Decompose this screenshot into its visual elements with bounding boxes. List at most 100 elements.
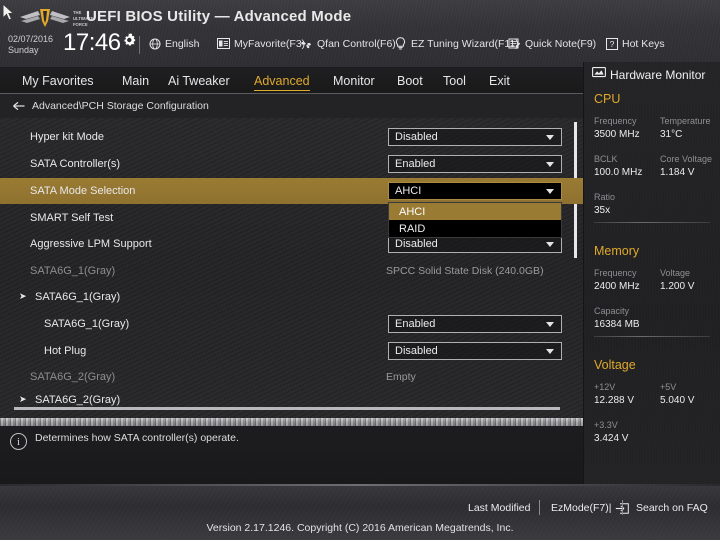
hw-field-label: +3.3V xyxy=(594,420,618,430)
sata-mode-dropdown-menu[interactable]: AHCI RAID xyxy=(388,202,562,238)
weekday-text: Sunday xyxy=(8,45,39,55)
hw-field-value: 16384 MB xyxy=(594,319,640,330)
hw-section-divider xyxy=(594,222,710,223)
hw-field-label: BCLK xyxy=(594,154,618,164)
svg-text:THE: THE xyxy=(73,10,82,15)
quick-note-label: Quick Note(F9) xyxy=(525,37,597,50)
hw-field-value: 35x xyxy=(594,205,611,216)
toolbar-separator xyxy=(139,36,140,54)
hw-field-label: Temperature xyxy=(660,116,711,126)
nav-tab-my-favorites[interactable]: My Favorites xyxy=(22,74,94,89)
hw-field-value: 2400 MHz xyxy=(594,281,640,292)
hw-field-value: 1.184 V xyxy=(660,167,695,178)
last-modified-label: Last Modified xyxy=(468,502,531,514)
dropdown-option[interactable]: RAID xyxy=(389,220,561,237)
hw-section-title: Memory xyxy=(594,244,640,258)
nav-tab-exit[interactable]: Exit xyxy=(489,74,510,89)
chevron-down-icon xyxy=(546,189,554,194)
settings-row[interactable]: SATA6G_1(Gray) SPCC Solid State Disk (240… xyxy=(0,258,583,284)
nav-tab-tool[interactable]: Tool xyxy=(443,74,466,89)
search-on-faq-button[interactable]: Search on FAQ xyxy=(636,502,708,514)
nav-tab-ai-tweaker[interactable]: Ai Tweaker xyxy=(168,74,230,89)
settings-dropdown-value: Enabled xyxy=(395,158,436,170)
settings-row[interactable]: SATA6G_1(Gray) xyxy=(0,284,583,310)
metal-divider xyxy=(0,418,583,426)
hot-keys-label: Hot Keys xyxy=(622,37,665,50)
nav-tab-advanced[interactable]: Advanced xyxy=(254,74,310,91)
settings-row[interactable]: Hot Plug Disabled xyxy=(0,338,583,364)
nav-tab-main[interactable]: Main xyxy=(122,74,149,89)
settings-row-label: SATA6G_2(Gray) xyxy=(19,394,120,406)
settings-dropdown[interactable]: Enabled xyxy=(388,155,562,173)
arrow-left-icon[interactable] xyxy=(12,99,26,113)
hw-field-label: Core Voltage xyxy=(660,154,713,164)
hw-field-value: 100.0 MHz xyxy=(594,167,643,178)
hw-section-title: Voltage xyxy=(594,358,636,372)
breadcrumb-path: Advanced\PCH Storage Configuration xyxy=(32,100,209,112)
nav-tab-boot[interactable]: Boot xyxy=(397,74,423,89)
header-bar: THE ULTIMATE FORCE UEFI BIOS Utility — A… xyxy=(0,0,720,68)
nav-tab-monitor[interactable]: Monitor xyxy=(333,74,375,89)
globe-icon xyxy=(148,37,161,50)
settings-dropdown-value: Disabled xyxy=(395,345,438,357)
dropdown-option[interactable]: AHCI xyxy=(389,203,561,220)
settings-dropdown-value: AHCI xyxy=(395,185,422,197)
hw-field-value: 1.200 V xyxy=(660,281,695,292)
last-modified-button[interactable]: Last Modified xyxy=(468,502,530,514)
settings-row-label: SATA Mode Selection xyxy=(30,185,136,197)
settings-row[interactable]: SATA6G_1(Gray) Enabled xyxy=(0,311,583,337)
settings-row[interactable]: Hyper kit Mode Disabled xyxy=(0,124,583,150)
bulb-icon xyxy=(394,37,407,50)
question-box-icon: ? xyxy=(605,37,618,50)
chevron-down-icon xyxy=(546,349,554,354)
settings-row[interactable]: SATA6G_2(Gray) xyxy=(0,387,583,413)
bios-window: THE ULTIMATE FORCE UEFI BIOS Utility — A… xyxy=(0,0,720,540)
hw-section-title: CPU xyxy=(594,92,621,106)
hw-field-value: 3.424 V xyxy=(594,433,629,444)
settings-list: Hyper kit Mode Disabled SATA Controller(s)… xyxy=(0,118,583,418)
settings-row-label: Hyper kit Mode xyxy=(30,131,104,143)
settings-row[interactable]: SATA Mode Selection AHCI xyxy=(0,178,583,204)
ezmode-label: EzMode(F7)| xyxy=(551,502,612,514)
hot-keys-button[interactable]: ? Hot Keys xyxy=(605,37,665,50)
fan-icon xyxy=(300,37,313,50)
clock-text: 17:46 xyxy=(63,29,121,56)
settings-row-value-text: Empty xyxy=(386,371,416,383)
monitor-icon xyxy=(592,67,606,82)
version-text: Version 2.17.1246. Copyright (C) 2016 Am… xyxy=(206,522,514,534)
note-icon xyxy=(508,37,521,50)
ez-tuning-label: EZ Tuning Wizard(F11) xyxy=(411,37,519,50)
settings-dropdown[interactable]: Enabled xyxy=(388,315,562,333)
footer-bar: Last Modified EzMode(F7)| Search on FAQ … xyxy=(0,484,720,540)
app-title: UEFI BIOS Utility — Advanced Mode xyxy=(86,8,352,25)
quick-note-button[interactable]: Quick Note(F9) xyxy=(508,37,596,50)
hw-field-label: Ratio xyxy=(594,192,616,202)
hw-field-value: 3500 MHz xyxy=(594,129,640,140)
settings-dropdown[interactable]: AHCI xyxy=(388,182,562,200)
hw-field-value: 31°C xyxy=(660,129,683,140)
settings-row-label: SATA6G_1(Gray) xyxy=(30,265,116,277)
settings-dropdown-value: Disabled xyxy=(395,238,438,250)
settings-row-label: SATA Controller(s) xyxy=(30,158,121,170)
gear-icon[interactable] xyxy=(122,33,136,47)
qfan-control-button[interactable]: Qfan Control(F6) xyxy=(300,37,396,50)
settings-dropdown[interactable]: Disabled xyxy=(388,342,562,360)
settings-dropdown[interactable]: Disabled xyxy=(388,128,562,146)
myfavorite-button[interactable]: MyFavorite(F3) xyxy=(217,37,305,50)
hw-field-label: Voltage xyxy=(660,268,691,278)
hw-field-label: Frequency xyxy=(594,268,637,278)
ezmode-button[interactable]: EzMode(F7)| xyxy=(551,502,629,514)
myfavorite-label: MyFavorite(F3) xyxy=(234,37,306,50)
language-label: English xyxy=(165,37,200,50)
chevron-down-icon xyxy=(546,162,554,167)
hardware-monitor-panel: Hardware Monitor CPU Frequency 3500 MHz Tem… xyxy=(583,62,720,486)
date-text: 02/07/2016 xyxy=(8,34,54,44)
language-button[interactable]: English xyxy=(148,37,199,50)
help-text: Determines how SATA controller(s) operat… xyxy=(35,432,239,444)
ez-tuning-wizard-button[interactable]: EZ Tuning Wizard(F11) xyxy=(394,37,519,50)
settings-row[interactable]: SATA Controller(s) Enabled xyxy=(0,151,583,177)
settings-row-label: Hot Plug xyxy=(44,345,87,357)
help-info-bar: i Determines how SATA controller(s) oper… xyxy=(0,426,583,484)
footer-top-line xyxy=(0,484,720,486)
hw-field-label: Capacity xyxy=(594,306,630,316)
